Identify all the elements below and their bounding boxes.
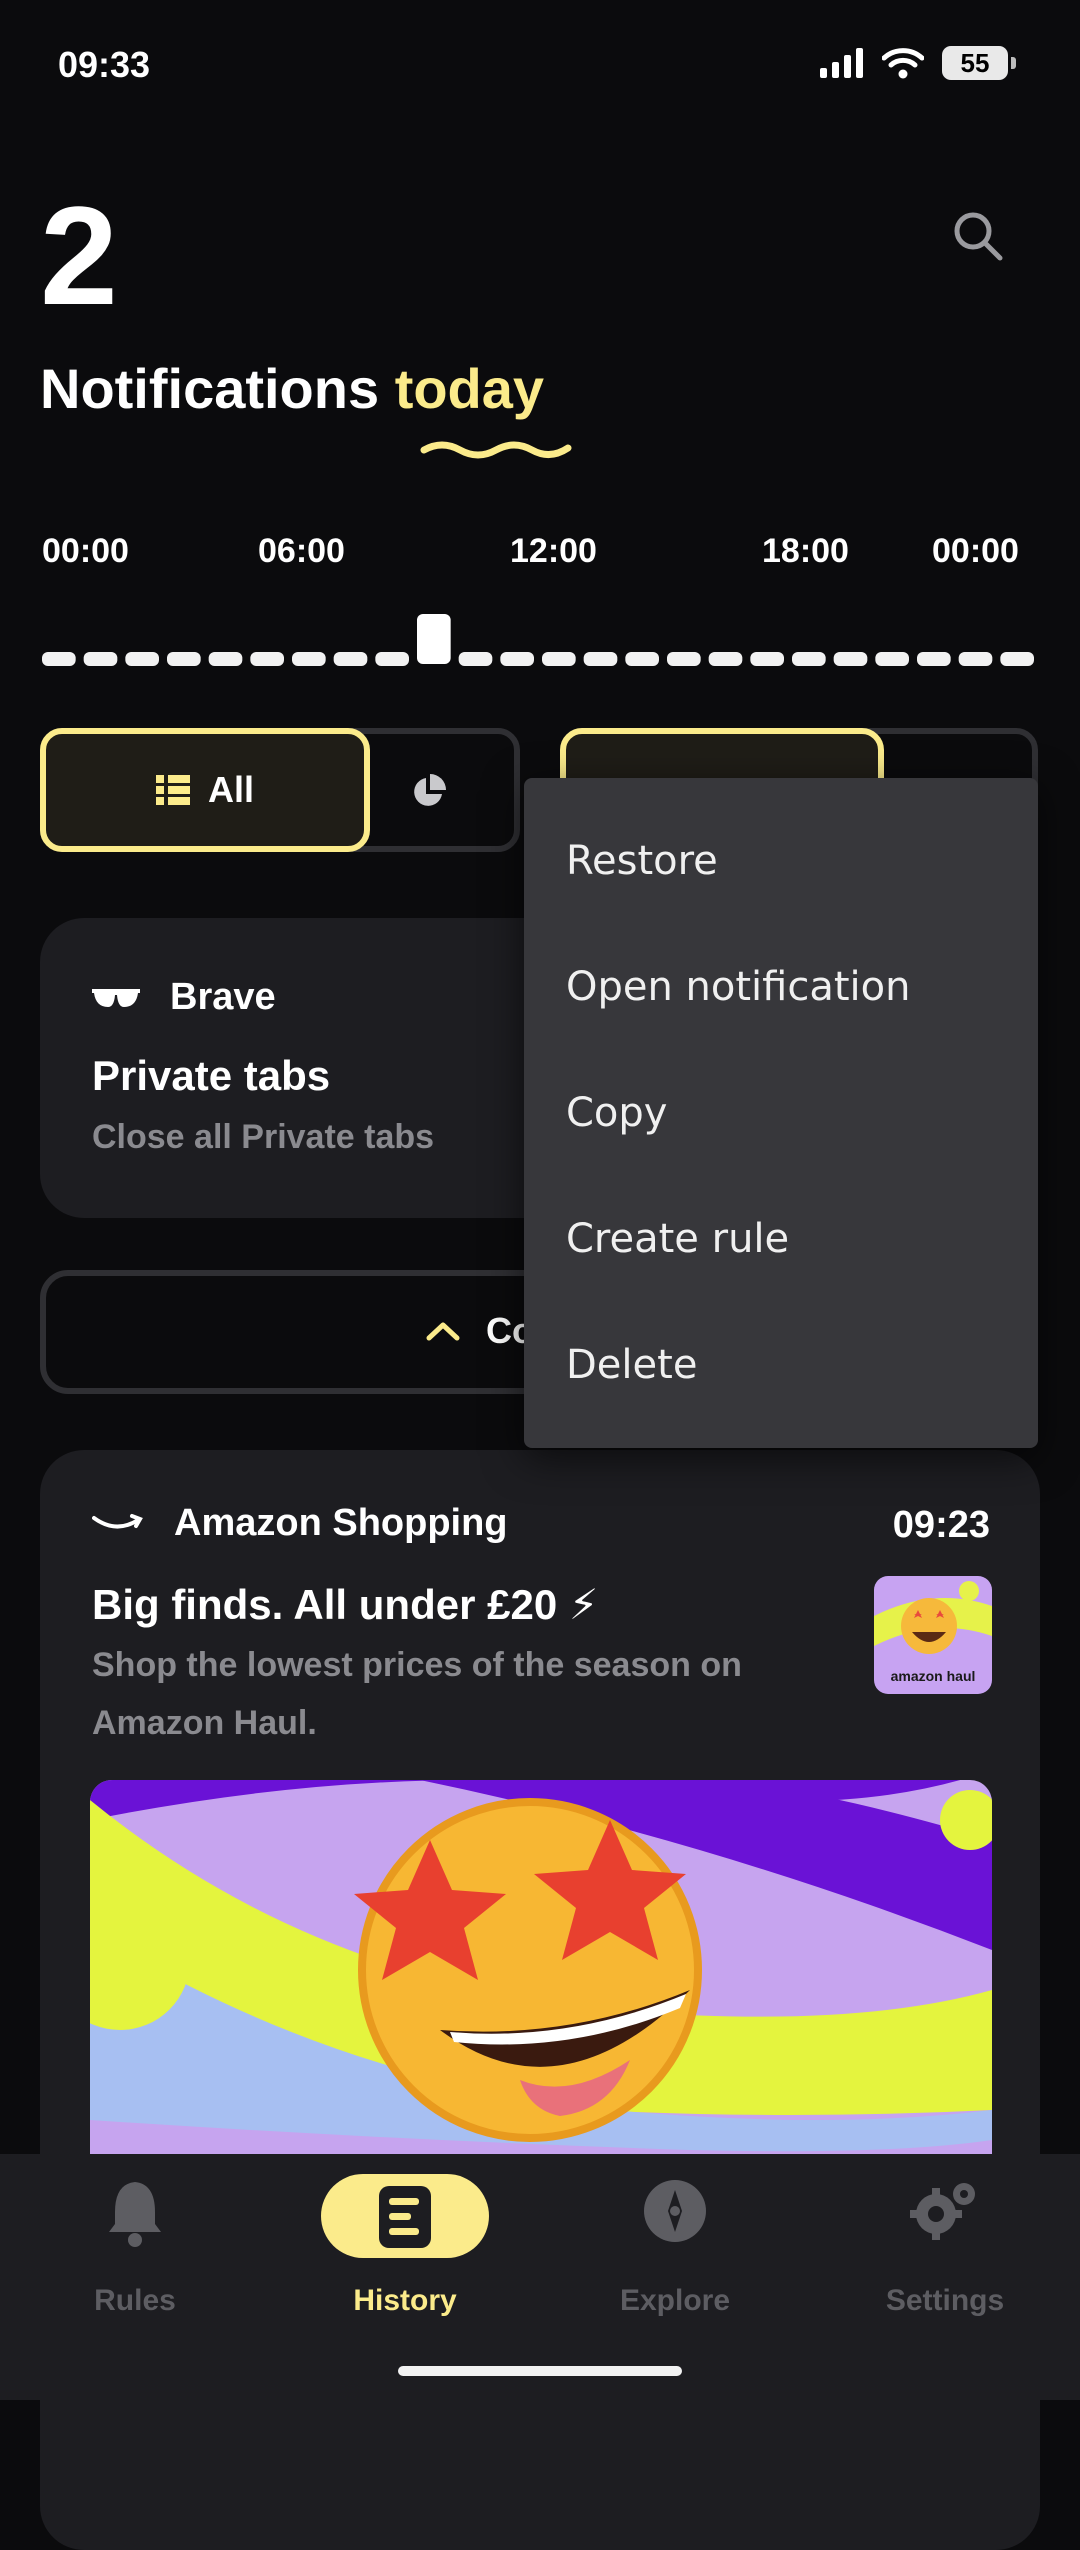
app-thumbnail: amazon haul xyxy=(874,1576,992,1694)
amazon-smile-icon xyxy=(92,1513,143,1528)
battery-indicator: 55 xyxy=(942,46,1016,80)
notification-body: Close all Private tabs xyxy=(92,1118,435,1156)
page-title: Notifications today xyxy=(40,356,544,421)
timeline-slot[interactable] xyxy=(1000,652,1034,666)
timeline-slot[interactable] xyxy=(375,652,409,666)
notification-title: Big finds. All under £20 ⚡ xyxy=(92,1581,599,1628)
notification-time: 09:23 xyxy=(892,1504,990,1546)
gears-icon xyxy=(910,2183,975,2240)
nav-item-explore[interactable]: Explore xyxy=(540,2154,810,2354)
nav-label: Settings xyxy=(885,2284,1005,2317)
timeline-slot[interactable] xyxy=(875,652,909,666)
notification-body: Shop the lowest prices of the season on … xyxy=(92,1646,742,1742)
chevron-up-icon xyxy=(426,1322,460,1341)
notification-count: 2 xyxy=(40,177,118,334)
menu-item-delete[interactable]: Delete xyxy=(566,1342,697,1388)
menu-item-restore[interactable]: Restore xyxy=(566,838,718,884)
timeline-slot[interactable] xyxy=(792,652,826,666)
timeline-slot[interactable] xyxy=(583,652,618,666)
timeline-slot[interactable] xyxy=(625,652,659,666)
nav-label: History xyxy=(353,2284,457,2317)
timeline-label-0600: 06:00 xyxy=(258,532,345,570)
timeline-label-2400: 00:00 xyxy=(932,532,1019,570)
notification-card-brave[interactable]: Brave Private tabs Close all Private tab… xyxy=(40,918,600,1218)
timeline-slot[interactable] xyxy=(917,652,951,666)
title-prefix: Notifications xyxy=(40,357,395,420)
timeline-slot[interactable] xyxy=(667,652,701,666)
thumb-caption: amazon haul xyxy=(890,1668,976,1684)
sunglasses-icon xyxy=(92,988,140,1007)
menu-item-open-notification[interactable]: Open notification xyxy=(566,964,911,1010)
timeline-slot[interactable] xyxy=(125,652,159,666)
status-time: 09:33 xyxy=(58,44,151,85)
pie-chart-icon[interactable] xyxy=(410,774,446,810)
timeline-slot[interactable] xyxy=(83,652,118,666)
history-list-icon xyxy=(379,2186,431,2248)
squiggle-underline xyxy=(420,441,572,459)
timeline-label-0000: 00:00 xyxy=(42,532,129,570)
hourly-timeline[interactable] xyxy=(40,612,1040,672)
nav-label: Rules xyxy=(94,2284,176,2317)
bell-icon xyxy=(109,2182,161,2247)
status-icons: 55 xyxy=(820,46,1016,80)
nav-item-history[interactable]: History xyxy=(270,2154,540,2354)
notification-image xyxy=(90,1780,992,2180)
timeline-slot[interactable] xyxy=(500,652,534,666)
context-menu: Restore Open notification Copy Create ru… xyxy=(524,778,1038,1448)
star-struck-emoji-image xyxy=(90,1780,992,2180)
timeline-slot[interactable] xyxy=(833,652,868,666)
all-label: All xyxy=(207,769,254,810)
timeline-label-1200: 12:00 xyxy=(510,532,597,570)
timeline-slot[interactable] xyxy=(208,652,243,666)
timeline-label-1800: 18:00 xyxy=(762,532,849,570)
timeline-slot[interactable] xyxy=(750,652,784,666)
home-indicator[interactable] xyxy=(398,2366,682,2376)
timeline-slot[interactable] xyxy=(708,652,743,666)
menu-item-create-rule[interactable]: Create rule xyxy=(566,1216,789,1262)
timeline-slot[interactable] xyxy=(292,652,326,666)
timeline-slot[interactable] xyxy=(542,652,576,666)
signal-icon xyxy=(820,48,863,78)
view-toggle: All xyxy=(40,728,520,852)
timeline-slot[interactable] xyxy=(167,652,201,666)
list-icon xyxy=(155,775,190,805)
nav-label: Explore xyxy=(619,2284,731,2317)
all-view-button[interactable]: All xyxy=(40,728,370,852)
app-name: Amazon Shopping xyxy=(174,1502,508,1544)
wifi-icon xyxy=(882,48,924,79)
timeline-slot[interactable] xyxy=(458,652,493,666)
bottom-navigation: Rules History Explore Settings xyxy=(0,2154,1080,2400)
app-name: Brave xyxy=(170,976,276,1018)
compass-icon xyxy=(644,2180,706,2242)
title-highlight[interactable]: today xyxy=(395,357,544,420)
timeline-slot[interactable] xyxy=(333,652,368,666)
nav-item-settings[interactable]: Settings xyxy=(810,2154,1080,2354)
search-icon[interactable] xyxy=(948,206,1008,266)
menu-item-copy[interactable]: Copy xyxy=(566,1090,667,1136)
nav-item-rules[interactable]: Rules xyxy=(0,2154,270,2354)
timeline-slot[interactable] xyxy=(958,652,993,666)
timeline-slot[interactable] xyxy=(42,652,76,666)
timeline-slot[interactable] xyxy=(250,652,284,666)
notification-title: Private tabs xyxy=(92,1052,331,1099)
timeline-slot-active[interactable] xyxy=(417,614,451,664)
